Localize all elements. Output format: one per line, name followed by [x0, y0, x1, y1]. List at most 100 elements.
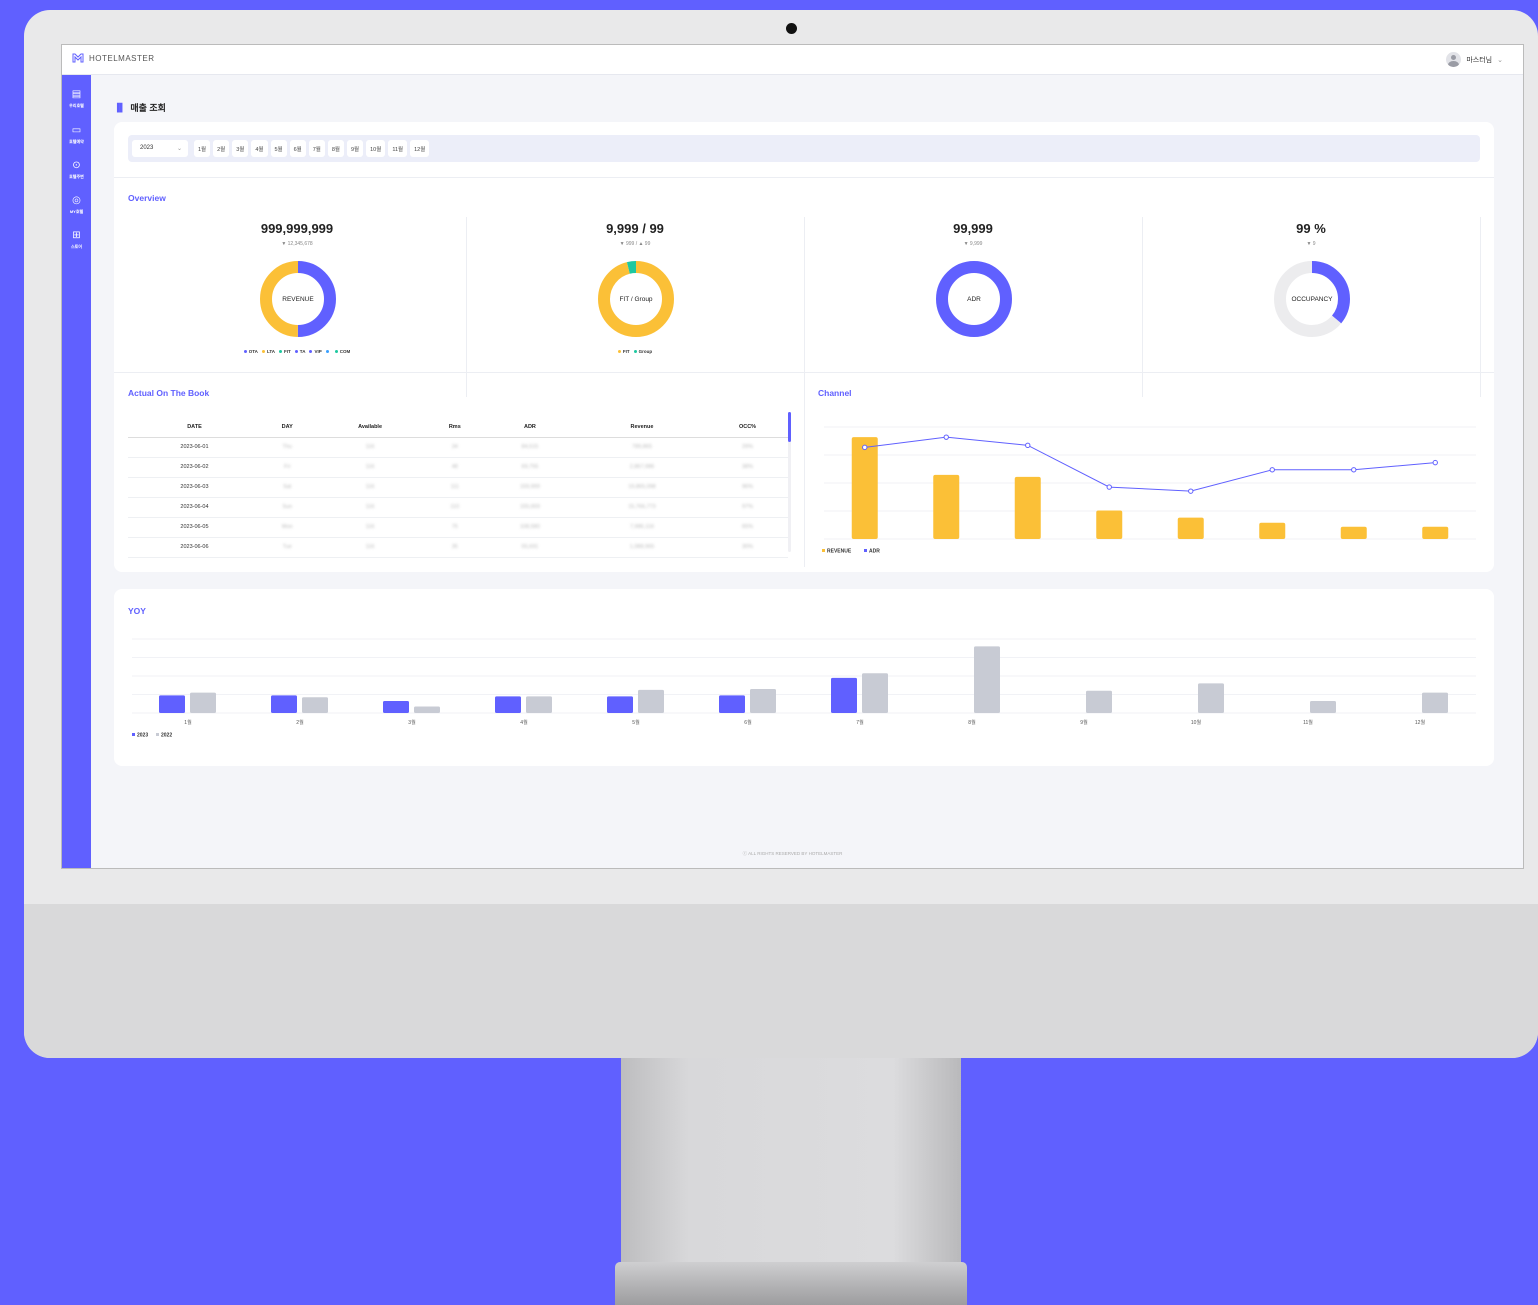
table-row[interactable]: 2023-06-04 Sun 116 110 155,659 15,766,773 97% [128, 497, 788, 518]
store-icon: ⊞ [72, 230, 81, 241]
sidebar-item-store[interactable]: ⊞ 스토어 [62, 230, 91, 250]
legend-item[interactable]: FIT [617, 349, 630, 354]
sidebar-item-my-hotel[interactable]: ◎ MY호텔 [62, 195, 91, 215]
month-button[interactable]: 5월 [270, 140, 287, 157]
yoy-bar-2022 [526, 696, 552, 713]
yoy-bar-2022 [414, 706, 440, 713]
legend-item[interactable]: OTA [243, 349, 258, 354]
channel-revenue-bar [1177, 517, 1204, 539]
legend-label: Group [638, 349, 653, 354]
table-scrollbar[interactable] [788, 412, 791, 552]
aotb-table: DATE DAY Available Rms ADR Revenue OCC% 2023-0… [128, 417, 788, 558]
yoy-bar-2022 [638, 689, 664, 713]
legend-label: LTA [266, 349, 276, 354]
scroll-thumb[interactable] [788, 412, 791, 442]
table-cell: 34 [426, 437, 483, 458]
chevron-down-icon: ⌄ [1497, 56, 1503, 64]
x-tick-label: 1월 [184, 719, 192, 726]
table-cell: 65% [707, 517, 788, 538]
kpi-block: 99,999 ▼ 9,999 ADR [804, 217, 1142, 397]
month-button[interactable]: 1월 [194, 140, 211, 157]
x-tick-label: 12월 [1415, 719, 1426, 726]
month-button[interactable]: 7월 [308, 140, 325, 157]
x-tick-label: 8월 [968, 719, 976, 726]
brand-logo[interactable]: HOTELMASTER [72, 53, 155, 63]
legend-swatch [243, 350, 247, 354]
legend-item[interactable]: COM [334, 349, 350, 354]
yoy-bar-2023 [495, 696, 521, 713]
legend-item[interactable] [325, 349, 331, 354]
table-cell: 2023-06-04 [128, 497, 261, 518]
table-cell: 69,755 [482, 457, 577, 478]
table-cell: 30% [707, 537, 788, 558]
channel-adr-point [862, 444, 868, 451]
month-button[interactable]: 2월 [213, 140, 230, 157]
legend-item[interactable]: Group [633, 349, 653, 354]
yoy-chart: 1월 2월 3월 4월 5월 6월 7월 8월 9월 10월 11월 12월 2023 2022 [132, 638, 1476, 739]
sidebar-item-label: MY호텔 [69, 209, 84, 214]
yoy-bar-2022 [302, 697, 328, 713]
table-header-cell: OCC% [707, 417, 788, 438]
sidebar-item-our-hotel[interactable]: ▤ 우리호텔 [62, 89, 91, 109]
month-button[interactable]: 12월 [410, 140, 430, 157]
year-select[interactable]: 2023 ⌄ [132, 140, 188, 157]
channel-revenue-bar [1422, 526, 1449, 539]
legend-item[interactable]: VIP [309, 349, 322, 354]
month-button[interactable]: 8월 [327, 140, 344, 157]
table-cell: Thu [260, 437, 314, 458]
chevron-down-icon: ⌄ [176, 146, 182, 152]
month-button[interactable]: 10월 [366, 140, 386, 157]
user-menu[interactable]: 마스터님 ⌄ [1446, 52, 1503, 67]
table-cell: 29% [707, 437, 788, 458]
month-button[interactable]: 11월 [388, 140, 408, 157]
page-title-text: 매출 조회 [130, 103, 166, 113]
bar-chart-icon: ▐▌ [114, 103, 126, 112]
sidebar-item-reservation[interactable]: ▭ 호텔예약 [62, 125, 91, 145]
legend-label: REVENUE [827, 549, 852, 555]
yoy-bar-2023 [607, 696, 633, 713]
table-row[interactable]: 2023-06-01 Thu 116 34 84,515 789,865 29% [128, 437, 788, 458]
legend-item[interactable]: TA [294, 349, 305, 354]
screen: HOTELMASTER 마스터님 ⌄ ▤ 우리호텔 ▭ 호텔예약 ⊙ 호텔주변 … [61, 44, 1524, 869]
legend-item[interactable]: FIT [279, 349, 291, 354]
month-button[interactable]: 3월 [232, 140, 249, 157]
aotb-title: Actual On The Book [128, 388, 210, 398]
calendar-icon: ▭ [71, 125, 82, 136]
hotel-logo-icon [72, 53, 84, 63]
legend-swatch [633, 350, 637, 354]
legend-item[interactable]: LTA [261, 349, 276, 354]
table-cell: Sun [260, 497, 314, 518]
divider [114, 177, 1494, 178]
avatar [1446, 52, 1462, 67]
table-row[interactable]: 2023-06-02 Fri 116 48 69,755 2,867,986 38% [128, 457, 788, 478]
channel-adr-point [1025, 442, 1031, 449]
channel-chart: REVENUE ADR [822, 426, 1476, 555]
kpi-delta: ▼ 999 / ▲ 99 [619, 241, 651, 247]
table-cell: 2023-06-02 [128, 457, 261, 478]
month-button[interactable]: 4월 [251, 140, 268, 157]
table-cell: 155,659 [482, 497, 577, 518]
channel-revenue-bar [933, 474, 960, 539]
channel-adr-point [1432, 459, 1438, 466]
table-cell: 116 [313, 497, 427, 518]
month-button[interactable]: 6월 [289, 140, 306, 157]
table-row[interactable]: 2023-06-05 Mon 116 75 108,580 7,986,116 65% [128, 517, 788, 538]
legend-label: FIT [284, 349, 291, 354]
monitor-chin [24, 904, 1538, 1058]
month-button[interactable]: 9월 [347, 140, 364, 157]
table-row[interactable]: 2023-06-06 Tue 116 35 55,691 1,088,965 30% [128, 537, 788, 558]
x-tick-label: 9월 [1080, 719, 1088, 726]
table-row[interactable]: 2023-06-03 Sat 116 111 159,999 19,865,098 96% [128, 477, 788, 498]
yoy-bar-2022 [1310, 700, 1336, 713]
user-circle-icon: ◎ [72, 195, 81, 206]
kpi-delta: ▼ 9 [1306, 241, 1316, 247]
table-header-cell: DATE [128, 417, 261, 438]
table-cell: 2023-06-03 [128, 477, 261, 498]
table-cell: 116 [313, 537, 427, 558]
table-cell: 7,986,116 [576, 517, 708, 538]
kpi-delta: ▼ 12,345,678 [281, 241, 313, 247]
sidebar-item-nearby[interactable]: ⊙ 호텔주변 [62, 160, 91, 180]
yoy-bar-2023 [383, 700, 409, 713]
sales-card: 2023 ⌄ 1월 2월 3월 4월 5월 6월 7월 8월 9월 10월 11월 12월 Overv… [114, 122, 1494, 572]
table-cell: 110 [426, 497, 483, 518]
